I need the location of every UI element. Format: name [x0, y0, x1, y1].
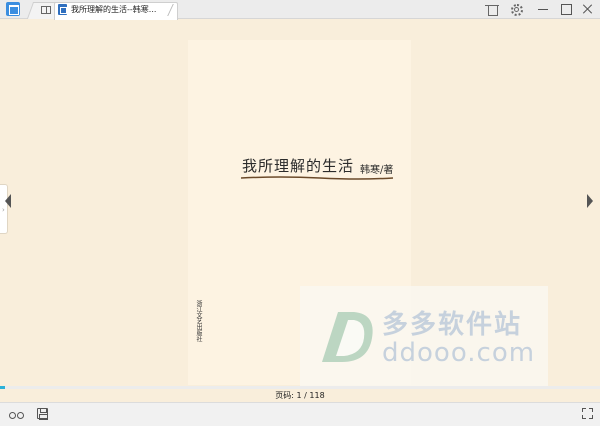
book-title: 我所理解的生活: [242, 157, 355, 175]
tab-book-label: 我所理解的生活--韩寒...: [71, 5, 157, 14]
save-icon[interactable]: [37, 408, 48, 420]
watermark: 多多软件站 ddooo.com: [300, 286, 548, 386]
reading-area[interactable]: 我所理解的生活 韩寒/著 浙江文艺出版社 › 多多软件站 ddooo.com: [0, 20, 600, 386]
watermark-logo-icon: [322, 312, 373, 362]
book-icon: [58, 4, 67, 15]
close-icon[interactable]: [581, 2, 595, 16]
page-indicator: 页码: 1 / 118: [275, 391, 325, 400]
minimize-icon[interactable]: [536, 2, 550, 16]
title-bar: 我所理解的生活--韩寒...: [0, 0, 600, 20]
reader-app-icon[interactable]: [6, 2, 20, 16]
bookshelf-icon: [41, 6, 51, 14]
glasses-icon[interactable]: [9, 410, 25, 420]
sidebar-toggle[interactable]: ›: [0, 184, 8, 234]
prev-page-icon[interactable]: [5, 194, 11, 208]
watermark-text-cn: 多多软件站: [382, 310, 523, 340]
tab-divider: [168, 3, 176, 15]
reading-progress-fill: [0, 386, 5, 389]
bottom-toolbar: [0, 402, 600, 426]
book-author: 韩寒/著: [360, 165, 394, 176]
title-underline: [240, 176, 394, 180]
gear-icon[interactable]: [509, 2, 523, 16]
publisher-label: 浙江文艺出版社: [195, 300, 202, 342]
next-page-icon[interactable]: [587, 194, 593, 208]
maximize-icon[interactable]: [559, 2, 573, 16]
reading-progress-bar[interactable]: [0, 386, 600, 389]
shirt-icon[interactable]: [485, 2, 499, 16]
watermark-text-en: ddooo.com: [382, 338, 536, 368]
fullscreen-icon-part: [582, 408, 593, 419]
tab-book-content: 我所理解的生活--韩寒...: [58, 4, 156, 15]
